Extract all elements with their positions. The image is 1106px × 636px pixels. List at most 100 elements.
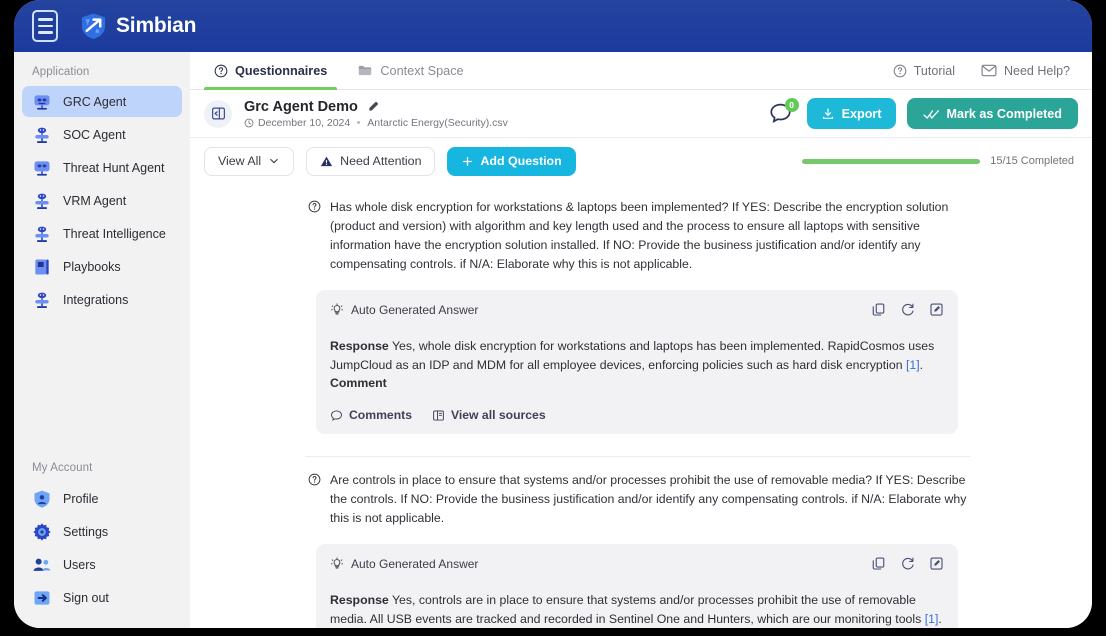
hamburger-menu-icon[interactable]	[32, 10, 58, 42]
mark-as-completed-button[interactable]: Mark as Completed	[907, 98, 1078, 129]
robot-agent-icon	[32, 224, 52, 244]
sidebar-item-label: Settings	[63, 525, 108, 539]
sign-out-icon	[32, 588, 52, 608]
edit-square-icon[interactable]	[929, 302, 944, 317]
sidebar-item-threat-intelligence[interactable]: Threat Intelligence	[22, 218, 182, 249]
need-help-link[interactable]: Need Help?	[981, 64, 1070, 78]
regenerate-refresh-icon[interactable]	[900, 556, 915, 571]
answer-card-actions	[871, 556, 944, 571]
response-label: Response	[330, 339, 389, 353]
response-text: Yes, whole disk encryption for workstati…	[330, 339, 934, 372]
book-icon	[32, 257, 52, 277]
progress-bar-fill	[802, 159, 980, 164]
document-subtitle: December 10, 2024 Antarctic Energy(Secur…	[244, 117, 508, 129]
brand-logo: Simbian	[80, 12, 196, 40]
answer-card-title: Auto Generated Answer	[351, 303, 478, 317]
robot-agent-icon	[32, 191, 52, 211]
double-check-icon	[923, 107, 940, 121]
brand-name: Simbian	[116, 14, 196, 38]
edit-square-icon[interactable]	[929, 556, 944, 571]
answer-card-actions	[871, 302, 944, 317]
need-attention-label: Need Attention	[340, 154, 421, 168]
tutorial-label: Tutorial	[914, 64, 955, 78]
question-circle-icon	[308, 200, 321, 213]
questions-scroll-area[interactable]: Has whole disk encryption for workstatio…	[190, 184, 1092, 628]
tab-context-space[interactable]: Context Space	[347, 52, 473, 89]
tab-questionnaires[interactable]: Questionnaires	[204, 52, 337, 89]
export-button[interactable]: Export	[807, 98, 896, 129]
question-row: Has whole disk encryption for workstatio…	[190, 198, 1092, 274]
comments-link[interactable]: Comments	[330, 408, 412, 422]
response-label: Response	[330, 593, 389, 607]
need-attention-button[interactable]: Need Attention	[306, 147, 435, 176]
separator-dot	[357, 121, 360, 124]
robot-agent-icon	[32, 125, 52, 145]
copy-icon[interactable]	[871, 302, 886, 317]
sources-panel-icon	[432, 409, 445, 422]
top-bar: Simbian	[14, 0, 1092, 52]
robot-agent-icon	[32, 92, 52, 112]
view-all-dropdown[interactable]: View All	[204, 147, 294, 176]
answer-card-header: Auto Generated Answer	[330, 302, 944, 317]
filter-toolbar: View All Need Attention	[190, 138, 1092, 184]
document-date: December 10, 2024	[258, 117, 350, 129]
sidebar-item-label: SOC Agent	[63, 128, 126, 142]
profile-shield-icon	[32, 489, 52, 509]
citation-link[interactable]: [1]	[925, 612, 939, 626]
copy-icon[interactable]	[871, 556, 886, 571]
main-panel: Questionnaires Context Space	[190, 52, 1092, 628]
sidebar-item-threat-hunt-agent[interactable]: Threat Hunt Agent	[22, 152, 182, 183]
answer-response: Response Yes, whole disk encryption for …	[330, 337, 944, 375]
regenerate-refresh-icon[interactable]	[900, 302, 915, 317]
folder-icon	[357, 63, 373, 78]
sidebar-item-vrm-agent[interactable]: VRM Agent	[22, 185, 182, 216]
document-avatar[interactable]	[204, 100, 232, 128]
view-all-sources-link[interactable]: View all sources	[432, 408, 546, 422]
question-circle-icon	[308, 473, 322, 528]
app-window: Simbian Application GRC Agent	[14, 0, 1092, 628]
sidebar-item-playbooks[interactable]: Playbooks	[22, 251, 182, 282]
sidebar-item-label: Threat Intelligence	[63, 227, 166, 241]
comments-link-label: Comments	[349, 408, 412, 422]
sidebar-item-grc-agent[interactable]: GRC Agent	[22, 86, 182, 117]
response-tail: .	[938, 612, 941, 626]
pencil-edit-icon[interactable]	[367, 100, 380, 113]
response-tail: .	[920, 358, 923, 372]
download-icon	[821, 107, 835, 121]
sidebar-section-my-account: My Account	[14, 462, 190, 482]
comment-bubble-icon	[330, 409, 343, 422]
sidebar-spacer	[14, 317, 190, 462]
answer-card-header: Auto Generated Answer	[330, 556, 944, 571]
mark-as-completed-label: Mark as Completed	[947, 107, 1062, 121]
sidebar-item-label: Integrations	[63, 293, 128, 307]
sidebar-item-soc-agent[interactable]: SOC Agent	[22, 119, 182, 150]
sidebar-item-label: Users	[63, 558, 96, 572]
tutorial-link[interactable]: Tutorial	[893, 64, 955, 78]
progress-label: 15/15 Completed	[990, 155, 1074, 167]
progress-bar	[802, 159, 980, 164]
tab-label: Questionnaires	[235, 64, 327, 78]
sidebar-item-sign-out[interactable]: Sign out	[22, 581, 182, 614]
document-title-row: Grc Agent Demo	[244, 99, 508, 115]
question-text: Are controls in place to ensure that sys…	[330, 471, 970, 528]
progress-section: 15/15 Completed	[802, 155, 1078, 167]
sidebar-item-label: GRC Agent	[63, 95, 126, 109]
sidebar-item-integrations[interactable]: Integrations	[22, 284, 182, 315]
answer-card: Auto Generated Answer	[316, 544, 958, 628]
document-filename: Antarctic Energy(Security).csv	[367, 117, 508, 129]
page-title: Grc Agent Demo	[244, 99, 358, 115]
add-question-button[interactable]: Add Question	[447, 147, 575, 176]
sidebar-item-settings[interactable]: Settings	[22, 515, 182, 548]
question-block: Are controls in place to ensure that sys…	[190, 457, 1092, 628]
sidebar-item-users[interactable]: Users	[22, 548, 182, 581]
envelope-icon	[981, 64, 997, 77]
comment-label: Comment	[330, 376, 944, 390]
answer-card-footer: Comments View all sources	[330, 408, 944, 422]
comments-button[interactable]: 0	[768, 101, 796, 127]
sidebar-item-profile[interactable]: Profile	[22, 482, 182, 515]
robot-agent-icon	[32, 290, 52, 310]
answer-card-title: Auto Generated Answer	[351, 557, 478, 571]
lightbulb-icon	[330, 303, 344, 317]
citation-link[interactable]: [1]	[906, 358, 920, 372]
sidebar-item-label: Profile	[63, 492, 98, 506]
